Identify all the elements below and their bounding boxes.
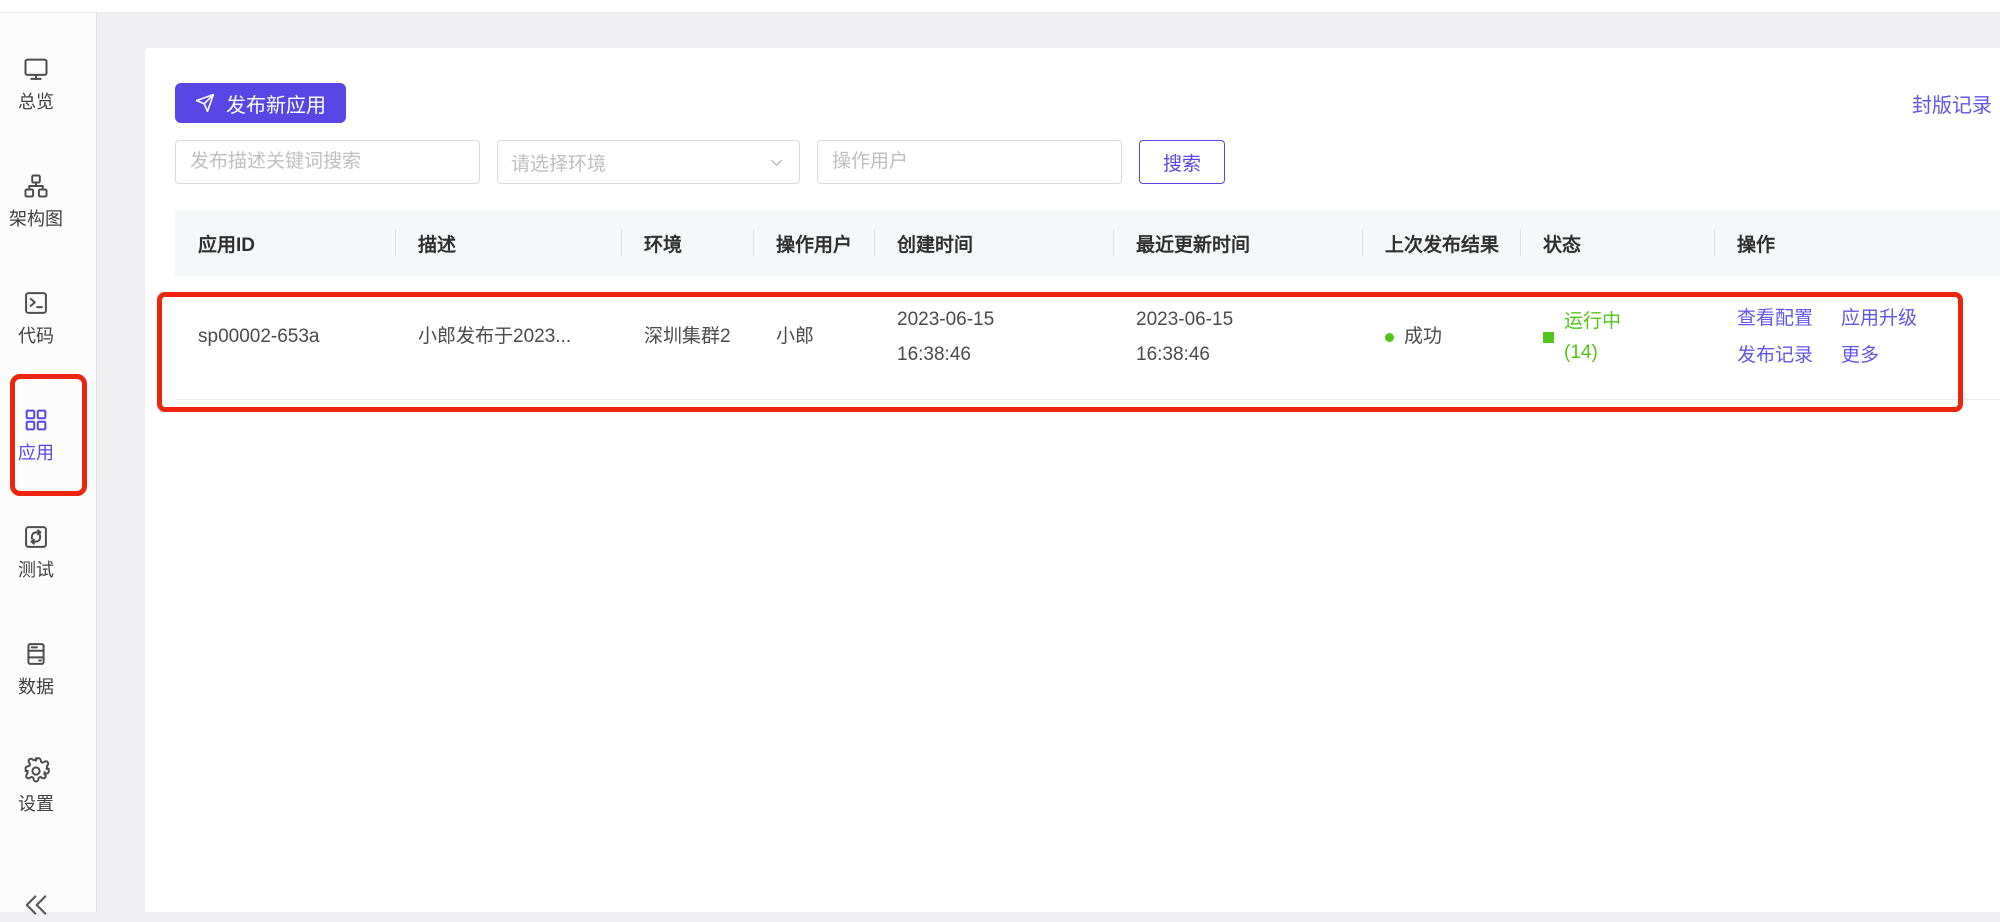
sync-icon bbox=[22, 523, 50, 551]
double-chevron-left-icon bbox=[19, 888, 53, 922]
column-header-environment: 环境 bbox=[621, 230, 753, 257]
publish-new-app-button[interactable]: 发布新应用 bbox=[175, 83, 346, 123]
sidebar-item-label: 测试 bbox=[18, 556, 54, 582]
sidebar-item-apps[interactable]: 应用 bbox=[0, 406, 72, 465]
environment-select-placeholder: 请选择环境 bbox=[511, 149, 606, 176]
app-upgrade-link[interactable]: 应用升级 bbox=[1841, 302, 1917, 336]
cell-created-at: 2023-06-15 16:38:46 bbox=[874, 303, 1113, 371]
sidebar-item-architecture[interactable]: 架构图 bbox=[0, 172, 72, 231]
apps-table: 应用ID 描述 环境 操作用户 创建时间 最近更新时间 上次发布结果 状态 操作… bbox=[175, 210, 2000, 400]
sidebar-item-label: 设置 bbox=[18, 790, 54, 816]
created-date: 2023-06-15 bbox=[897, 303, 1113, 337]
sidebar-item-label: 架构图 bbox=[9, 205, 63, 231]
toolbar: 发布新应用 封版记录 bbox=[145, 48, 2000, 123]
environment-select[interactable]: 请选择环境 bbox=[497, 140, 800, 184]
terminal-icon bbox=[22, 289, 50, 317]
sidebar-item-code[interactable]: 代码 bbox=[0, 289, 72, 348]
sidebar-item-label: 总览 bbox=[18, 88, 54, 114]
table-row: sp00002-653a 小郎发布于2023... 深圳集群2 小郎 2023-… bbox=[175, 276, 2000, 400]
sidebar-item-label: 应用 bbox=[18, 439, 54, 465]
status-count: (14) bbox=[1564, 338, 1621, 368]
publish-new-app-label: 发布新应用 bbox=[226, 89, 326, 118]
publish-records-link[interactable]: 发布记录 bbox=[1737, 339, 1813, 373]
cell-description: 小郎发布于2023... bbox=[395, 320, 621, 354]
cell-environment: 深圳集群2 bbox=[621, 320, 753, 354]
status-text: 运行中 bbox=[1564, 307, 1621, 337]
chevron-down-icon bbox=[767, 153, 786, 172]
cell-app-id: sp00002-653a bbox=[175, 320, 395, 354]
running-status-square-icon bbox=[1543, 332, 1554, 343]
sidebar: 总览 架构图 代码 应用 测试 数据 设置 bbox=[0, 13, 97, 912]
cell-updated-at: 2023-06-15 16:38:46 bbox=[1113, 303, 1362, 371]
column-header-last-publish-result: 上次发布结果 bbox=[1362, 230, 1520, 257]
monitor-icon bbox=[22, 55, 50, 83]
top-bar bbox=[0, 0, 2000, 13]
collapse-sidebar-button[interactable] bbox=[0, 888, 72, 922]
keyword-search-input[interactable] bbox=[175, 140, 480, 184]
column-header-actions: 操作 bbox=[1714, 230, 2000, 257]
table-header-row: 应用ID 描述 环境 操作用户 创建时间 最近更新时间 上次发布结果 状态 操作 bbox=[175, 210, 2000, 276]
cell-last-publish-result: 成功 bbox=[1362, 320, 1520, 354]
sidebar-item-test[interactable]: 测试 bbox=[0, 523, 72, 582]
filter-bar: 请选择环境 搜索 bbox=[175, 140, 2000, 184]
cell-status: 运行中 (14) bbox=[1520, 307, 1714, 368]
success-dot-icon bbox=[1385, 333, 1394, 342]
column-header-operator: 操作用户 bbox=[753, 230, 874, 257]
updated-date: 2023-06-15 bbox=[1136, 303, 1362, 337]
column-header-created-at: 创建时间 bbox=[874, 230, 1113, 257]
created-time: 16:38:46 bbox=[897, 338, 1113, 372]
search-button[interactable]: 搜索 bbox=[1139, 140, 1225, 184]
last-publish-result-text: 成功 bbox=[1404, 320, 1442, 354]
operator-input[interactable] bbox=[817, 140, 1122, 184]
more-link[interactable]: 更多 bbox=[1841, 339, 1879, 373]
cell-actions: 查看配置 应用升级 发布记录 更多 bbox=[1714, 302, 1959, 372]
sidebar-item-data[interactable]: 数据 bbox=[0, 640, 72, 699]
column-header-description: 描述 bbox=[395, 230, 621, 257]
sidebar-item-settings[interactable]: 设置 bbox=[0, 757, 72, 816]
column-header-status: 状态 bbox=[1520, 230, 1714, 257]
cell-operator: 小郎 bbox=[753, 320, 874, 354]
seal-records-link[interactable]: 封版记录 bbox=[1912, 89, 1992, 118]
view-config-link[interactable]: 查看配置 bbox=[1737, 302, 1813, 336]
main-card: 发布新应用 封版记录 请选择环境 搜索 应用ID 描述 环境 操作用户 创建时间… bbox=[145, 48, 2000, 912]
sidebar-item-overview[interactable]: 总览 bbox=[0, 55, 72, 114]
app-grid-icon bbox=[22, 406, 50, 434]
updated-time: 16:38:46 bbox=[1136, 338, 1362, 372]
column-header-updated-at: 最近更新时间 bbox=[1113, 230, 1362, 257]
column-header-app-id: 应用ID bbox=[175, 230, 395, 257]
send-icon bbox=[195, 93, 215, 113]
org-chart-icon bbox=[22, 172, 50, 200]
gear-icon bbox=[22, 757, 50, 785]
sidebar-item-label: 数据 bbox=[18, 673, 54, 699]
database-icon bbox=[22, 640, 50, 668]
sidebar-item-label: 代码 bbox=[18, 322, 54, 348]
